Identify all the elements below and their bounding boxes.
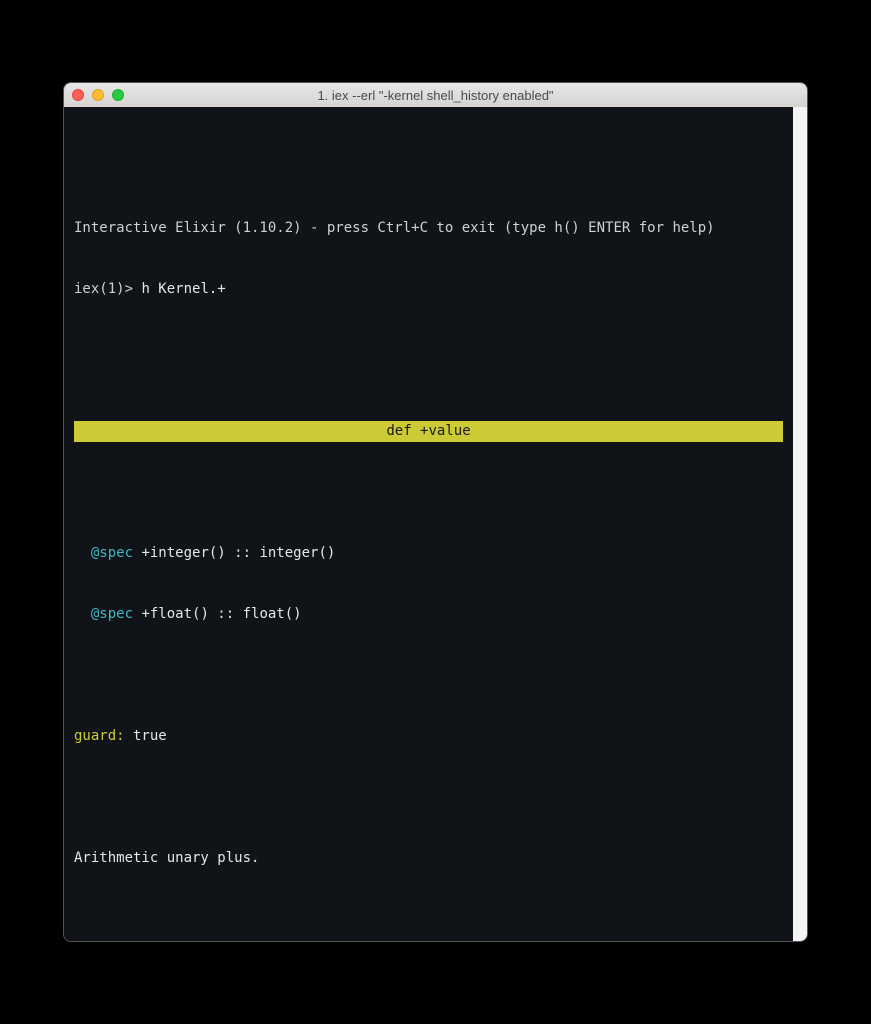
traffic-lights (72, 89, 124, 101)
prompt-command: h Kernel.+ (141, 281, 225, 297)
terminal-window: 1. iex --erl "-kernel shell_history enab… (63, 82, 808, 942)
zoom-icon[interactable] (112, 89, 124, 101)
terminal-output[interactable]: Interactive Elixir (1.10.2) - press Ctrl… (64, 107, 793, 942)
window-title: 1. iex --erl "-kernel shell_history enab… (64, 88, 807, 103)
guard-line: guard: true (74, 726, 783, 746)
minimize-icon[interactable] (92, 89, 104, 101)
terminal-area[interactable]: Interactive Elixir (1.10.2) - press Ctrl… (64, 107, 807, 942)
close-icon[interactable] (72, 89, 84, 101)
spec-line: @spec +float() :: float() (74, 604, 783, 624)
prompt-prefix: iex(1)> (74, 281, 141, 297)
intro-line: Interactive Elixir (1.10.2) - press Ctrl… (74, 218, 783, 238)
scrollbar[interactable] (793, 107, 807, 942)
desc-line: Arithmetic unary plus. (74, 848, 783, 868)
prompt-line-1: iex(1)> h Kernel.+ (74, 279, 783, 299)
spec-line: @spec +integer() :: integer() (74, 543, 783, 563)
titlebar: 1. iex --erl "-kernel shell_history enab… (64, 83, 807, 107)
def-header-1: def +value (74, 421, 783, 441)
